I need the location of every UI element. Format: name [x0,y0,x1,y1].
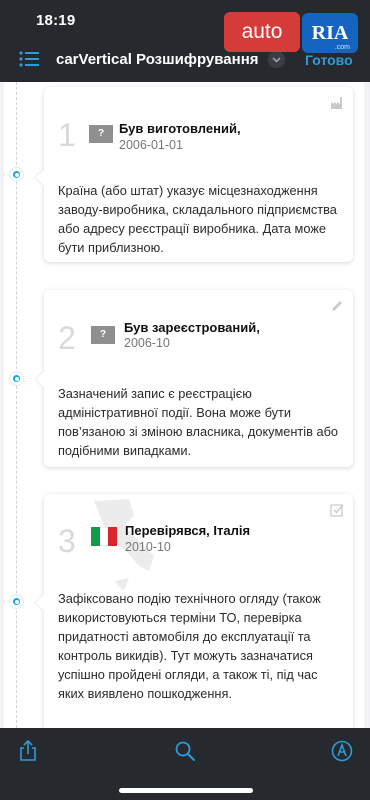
pencil-icon [332,301,342,311]
event-card: 1 ? Був виготовлений, 2006-01-01 Країна … [44,87,353,262]
event-title: Був зареєстрований, [124,320,260,335]
event-date: 2006-10 [124,336,170,350]
list-icon[interactable] [19,51,39,67]
event-number: 2 [58,320,76,356]
watermark-auto: auto [224,12,300,52]
event-date: 2010-10 [125,540,171,554]
italy-flag-icon [91,527,118,546]
search-icon[interactable] [174,740,196,762]
event-card: 3 Перевірявся, Італія 2010-10 Зафіксован… [44,494,353,728]
timeline-dot [10,372,23,385]
factory-icon [331,97,342,109]
event-number: 1 [58,117,76,153]
watermark-ria: RIA .com [302,13,358,53]
event-description: Зазначений запис є реєстрацією адміністр… [58,386,339,458]
watermark-com: .com [334,44,350,51]
checkbox-icon [330,504,344,517]
unknown-flag-icon: ? [89,125,113,143]
unknown-flag-icon: ? [91,326,115,344]
markup-icon[interactable] [331,740,353,762]
autoria-watermark: auto RIA .com [224,12,360,55]
home-indicator[interactable] [119,788,253,793]
status-time: 18:19 [36,12,76,29]
top-bar: 18:19 carVertical Розшифрування VIN Гото… [0,0,370,82]
share-icon[interactable] [17,740,39,762]
timeline-dot [10,168,23,181]
event-title: Перевірявся, Італія [125,523,251,538]
event-description: Зафіксовано подію технічного огляду (так… [58,591,321,701]
document-content[interactable]: 1 ? Був виготовлений, 2006-01-01 Країна … [0,82,370,728]
event-title: Був виготовлений, [119,121,241,136]
event-number: 3 [58,523,76,559]
event-card: 2 ? Був зареєстрований, 2006-10 Зазначен… [44,290,353,467]
watermark-ria-text: RIA [311,22,349,44]
event-description: Країна (або штат) указує місцезнаходженн… [58,183,337,255]
timeline-dot [10,595,23,608]
event-date: 2006-01-01 [119,138,183,152]
